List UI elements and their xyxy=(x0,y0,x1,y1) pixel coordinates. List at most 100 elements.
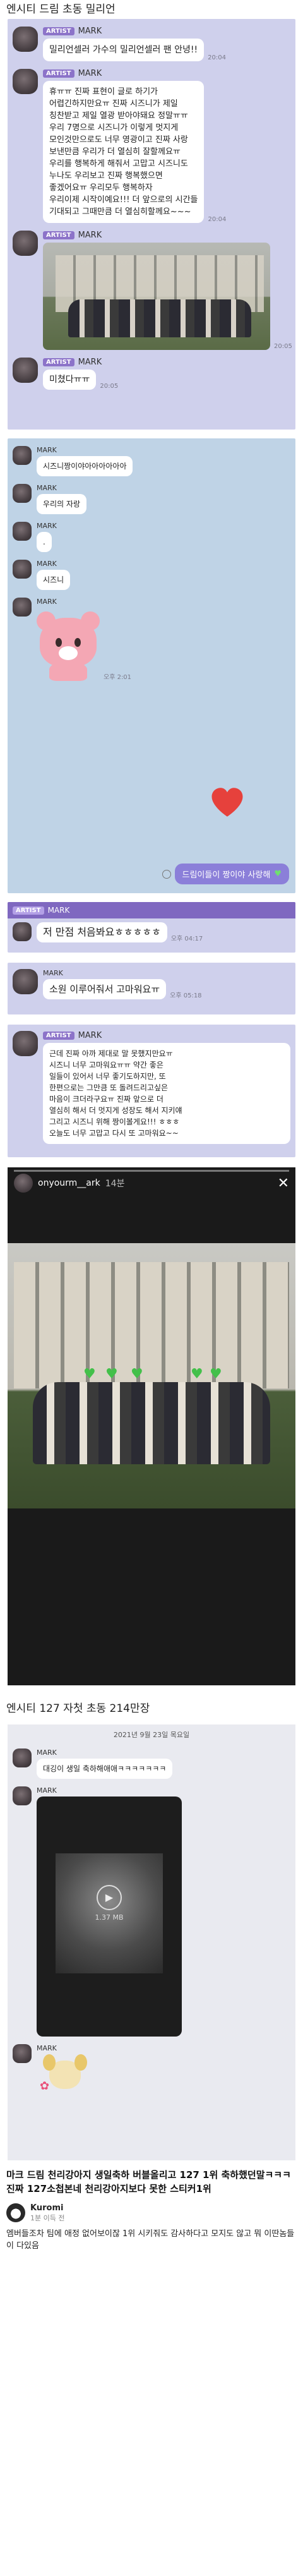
green-heart-icon: ♥ xyxy=(191,1366,203,1382)
section-title: 엔시티 드림 초동 밀리언 xyxy=(6,3,116,16)
artist-badge: ARTIST xyxy=(43,69,74,78)
avatar[interactable] xyxy=(13,231,38,256)
avatar[interactable] xyxy=(13,1748,32,1767)
message-row: MARK ▶ 1.37 MB xyxy=(8,1783,295,2040)
message-row: MARK 우리의 자랑 xyxy=(8,480,295,518)
message-bubble[interactable]: 미쳤다ㅠㅠ xyxy=(43,370,97,390)
message-row: ARTIST MARK 미쳤다ㅠㅠ 20:05 xyxy=(8,354,295,394)
message-bubble[interactable]: 시즈니 xyxy=(37,570,71,590)
timestamp: 오후 04:17 xyxy=(170,936,203,942)
avatar[interactable] xyxy=(13,69,38,94)
message-row: 저 만점 처음봐요ㅎㅎㅎㅎㅎ 오후 04:17 xyxy=(8,918,295,946)
avatar[interactable] xyxy=(13,484,32,503)
message-bubble[interactable]: . xyxy=(37,532,52,552)
close-icon[interactable]: ✕ xyxy=(278,1176,289,1191)
chat-block-3c: ARTIST MARK 근데 진짜 아까 제대로 말 못했지만요ㅠ 시즈니 너무… xyxy=(8,1025,295,1157)
artist-badge: ARTIST xyxy=(43,27,74,35)
sender-name: MARK xyxy=(78,1031,102,1040)
comment-meta: 1분 이득 전 xyxy=(30,2214,65,2222)
comment: Kuromi 1분 이득 전 xyxy=(6,2203,297,2223)
message-bubble[interactable]: 저 만점 처음봐요ㅎㅎㅎㅎㅎ xyxy=(37,922,167,942)
timestamp: 20:04 xyxy=(208,54,226,61)
sender-name: MARK xyxy=(37,560,57,568)
avatar[interactable] xyxy=(13,1786,32,1805)
message-bubble[interactable]: 우리의 자랑 xyxy=(37,494,87,514)
message-bubble[interactable]: 시즈니짱이야아아아아아아 xyxy=(37,456,133,476)
chat-block-1: ARTIST MARK 밀리언셀러 가수의 밀리언셀러 팬 안녕!! 20:04… xyxy=(8,19,295,430)
message-bubble[interactable]: 밀리언셀러 가수의 밀리언셀러 팬 안녕!! xyxy=(43,39,205,61)
avatar[interactable] xyxy=(13,598,32,617)
comment-author[interactable]: Kuromi xyxy=(30,2203,64,2213)
video-message[interactable]: ▶ 1.37 MB xyxy=(37,1797,182,2037)
post-title[interactable]: 마크 드림 천리강아지 생일축하 버블올리고 127 1위 축하했던말ㅋㅋㅋ 진… xyxy=(6,2168,297,2196)
message-row: MARK 소원 이루어줘서 고마워요ㅠ 오후 05:18 xyxy=(8,965,295,1003)
artist-badge: ARTIST xyxy=(43,231,74,239)
chat-block-2: MARK 시즈니짱이야아아아아아아 MARK 우리의 자랑 MARK . MAR… xyxy=(8,438,295,893)
message-bubble[interactable]: 대깅이 생일 축하해애애ㅋㅋㅋㅋㅋㅋㅋ xyxy=(37,1759,173,1779)
green-heart-icon: ♥ xyxy=(131,1366,143,1382)
read-check-icon xyxy=(162,869,171,879)
sender-name: MARK xyxy=(37,2044,57,2052)
avatar[interactable] xyxy=(13,1031,38,1056)
my-reply-bubble[interactable]: 드림이들이 짱이야 사랑해 ♥ xyxy=(174,864,289,884)
story-username[interactable]: onyourm__ark xyxy=(38,1178,100,1188)
message-row: MARK . xyxy=(8,518,295,556)
sender-name: MARK xyxy=(37,1786,57,1795)
timestamp: 오후 2:01 xyxy=(104,674,132,681)
sender-name: MARK xyxy=(37,598,57,606)
message-bubble[interactable]: 소원 이루어줘서 고마워요ㅠ xyxy=(43,979,167,999)
puppy-sticker[interactable]: ✿ xyxy=(37,2054,93,2098)
message-row: ARTIST MARK 20:05 xyxy=(8,227,295,354)
comment-text: 엠버들조차 팀에 애정 없어보이잖 1위 시키줘도 감사하다고 모지도 않고 뭐… xyxy=(6,2229,295,2251)
sender-name: MARK xyxy=(37,446,57,454)
artist-badge: ARTIST xyxy=(13,906,44,915)
instagram-story: onyourm__ark 14분 ✕ ♥ ♥ ♥ ♥ ♥ xyxy=(8,1167,295,1685)
page: 엔시티 드림 초동 밀리언 ARTIST MARK 밀리언셀러 가수의 밀리언셀… xyxy=(0,0,303,2576)
story-header: onyourm__ark 14분 ✕ xyxy=(8,1167,295,1199)
artist-badge: ARTIST xyxy=(43,358,74,366)
avatar[interactable] xyxy=(13,446,32,465)
sender-name: MARK xyxy=(78,358,102,367)
avatar[interactable] xyxy=(14,1174,33,1193)
sender-name: MARK xyxy=(37,1748,57,1757)
artist-header: ARTIST MARK xyxy=(8,902,295,918)
heart-sticker[interactable] xyxy=(210,785,245,820)
group-photo[interactable] xyxy=(43,243,270,350)
message-row: MARK 시즈니짱이야아아아아아아 xyxy=(8,442,295,480)
message-row: MARK 대깅이 생일 축하해애애ㅋㅋㅋㅋㅋㅋㅋ xyxy=(8,1745,295,1783)
community-post: 마크 드림 천리강아지 생일축하 버블올리고 127 1위 축하했던말ㅋㅋㅋ 진… xyxy=(0,2160,303,2260)
message-bubble[interactable]: 근데 진짜 아까 제대로 말 못했지만요ㅠ 시즈니 너무 고마워요ㅠㅠ 약간 좋… xyxy=(43,1043,290,1144)
timestamp: 20:05 xyxy=(274,343,292,350)
message-row: ARTIST MARK 밀리언셀러 가수의 밀리언셀러 팬 안녕!! 20:04 xyxy=(8,23,295,65)
avatar[interactable] xyxy=(13,969,38,994)
avatar[interactable] xyxy=(13,358,38,383)
green-heart-icon: ♥ xyxy=(83,1366,96,1382)
avatar[interactable] xyxy=(13,2044,32,2063)
green-heart-icon: ♥ xyxy=(274,869,282,879)
avatar[interactable] xyxy=(13,522,32,541)
story-age: 14분 xyxy=(105,1179,125,1189)
timestamp: 오후 05:18 xyxy=(170,992,202,999)
avatar[interactable] xyxy=(13,922,32,941)
section-title: 엔시티 127 자첫 초동 214만장 xyxy=(6,1702,150,1715)
message-bubble[interactable]: 휴ㅠㅠ 진짜 표현이 글로 하기가 어렵긴하지만요ㅠ 진짜 시즈니가 제일 칭찬… xyxy=(43,81,205,223)
message-row: ARTIST MARK 휴ㅠㅠ 진짜 표현이 글로 하기가 어렵긴하지만요ㅠ 진… xyxy=(8,65,295,227)
date-divider: 2021년 9월 23일 목요일 xyxy=(113,1731,190,1739)
sender-name: MARK xyxy=(47,906,70,915)
avatar[interactable] xyxy=(13,27,38,52)
sender-name: MARK xyxy=(37,522,57,530)
sender-name: MARK xyxy=(78,69,102,78)
kuromi-avatar[interactable] xyxy=(6,2203,25,2222)
message-row: ARTIST MARK 근데 진짜 아까 제대로 말 못했지만요ㅠ 시즈니 너무… xyxy=(8,1027,295,1148)
story-progress-bar xyxy=(14,1170,289,1172)
bear-sticker[interactable] xyxy=(37,611,100,681)
play-icon[interactable]: ▶ xyxy=(97,1885,122,1910)
artist-badge: ARTIST xyxy=(43,1032,74,1040)
sender-name: MARK xyxy=(78,231,102,240)
timestamp: 20:05 xyxy=(100,383,119,390)
avatar[interactable] xyxy=(13,560,32,579)
chat-block-3a: ARTIST MARK 저 만점 처음봐요ㅎㅎㅎㅎㅎ 오후 04:17 xyxy=(8,902,295,953)
sender-name: MARK xyxy=(78,27,102,36)
video-size: 1.37 MB xyxy=(95,1913,124,1922)
green-heart-icon: ♥ xyxy=(210,1366,222,1382)
